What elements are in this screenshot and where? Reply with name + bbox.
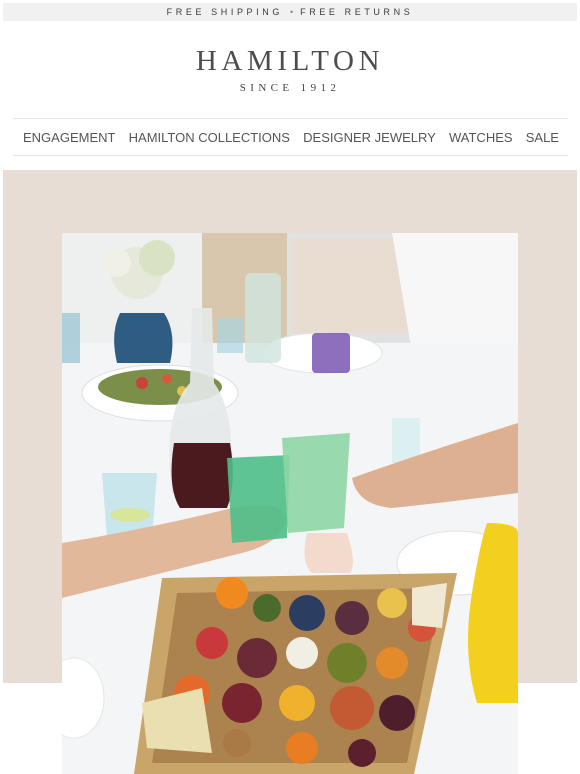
brand-name: HAMILTON xyxy=(195,45,385,77)
nav-item-watches[interactable]: WATCHES xyxy=(449,130,513,145)
free-returns-text: FREE RETURNS xyxy=(300,7,414,17)
hero-image[interactable] xyxy=(62,233,518,774)
brand-logo[interactable]: HAMILTON SINCE 1912 xyxy=(3,44,577,94)
nav-item-hamilton-collections[interactable]: HAMILTON COLLECTIONS xyxy=(129,130,290,145)
nav-item-engagement[interactable]: ENGAGEMENT xyxy=(23,130,115,145)
brand-tagline: SINCE 1912 xyxy=(239,82,341,94)
email-page: FREE SHIPPING • FREE RETURNS HAMILTON SI… xyxy=(3,0,577,774)
free-shipping-text: FREE SHIPPING xyxy=(166,7,283,17)
nav-item-sale[interactable]: SALE xyxy=(526,130,559,145)
promo-separator: • xyxy=(289,7,294,17)
main-nav: ENGAGEMENT HAMILTON COLLECTIONS DESIGNER… xyxy=(13,118,568,156)
promo-bar: FREE SHIPPING • FREE RETURNS xyxy=(3,3,577,21)
nav-item-designer-jewelry[interactable]: DESIGNER JEWELRY xyxy=(303,130,436,145)
